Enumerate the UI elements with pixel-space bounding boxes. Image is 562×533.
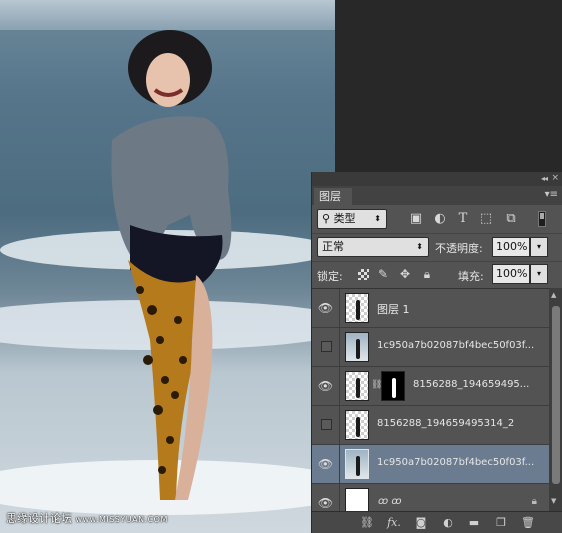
photo-figure [111,30,232,500]
layer-list: 👁︎ 图层 1 1c950a7b02087bf4bec50f03f... 👁︎ … [312,288,549,511]
opacity-label: 不透明度: [435,242,483,255]
smart-object-filter-icon[interactable]: ⧉ [503,211,519,227]
image-filter-icon[interactable]: ▣ [408,211,424,227]
panel-tab-bar: 图层 ▾≡ [312,186,562,205]
lock-position-icon[interactable]: ✥ [398,267,412,281]
mask-figure-icon [392,378,396,398]
panel-title-bar[interactable]: ◂◂ × [312,172,562,186]
layer-thumbnail [345,332,369,362]
eye-icon[interactable]: 👁︎ [312,445,340,483]
filter-type-select[interactable]: ⚲ 类型 ⬍ [317,209,387,229]
layer-name[interactable]: 8156288_194659495... [413,379,529,390]
opacity-input[interactable]: 100% [492,237,530,257]
close-icon[interactable]: × [551,173,559,183]
chevron-updown-icon: ⬍ [416,242,423,251]
layer-thumbnail [345,371,369,401]
scroll-up-icon[interactable]: ▲ [551,291,556,299]
watermark-cn: 思缘设计论坛 [6,512,72,525]
blend-row: 正常 ⬍ 不透明度: 100% ▾ [312,233,562,261]
tab-layers[interactable]: 图层 [314,188,352,205]
type-filter-icon[interactable]: T [455,211,471,227]
fill-dropdown-button[interactable]: ▾ [530,264,548,284]
panel-bottom-toolbar: ⛓ fx. ◙ ◐ ▬ ❐ 🗑︎ [312,511,562,533]
panel-menu-icon[interactable]: ▾≡ [545,189,558,200]
watermark: 思缘设计论坛 www.MISSYUAN.COM [6,510,168,526]
visibility-toggle-empty[interactable] [312,406,340,444]
layer-row[interactable]: 👁︎ ⛓ 8156288_194659495... [312,367,549,406]
double-chevron-icon[interactable]: ◂◂ [541,174,548,183]
layer-thumbnail [345,293,369,323]
layer-row[interactable]: 1c950a7b02087bf4bec50f03f... [312,328,549,367]
fill-input[interactable]: 100% [492,264,530,284]
layers-panel: ◂◂ × 图层 ▾≡ ⚲ 类型 ⬍ ▣ ◐ T ⬚ ⧉ 正常 ⬍ 不透明度: 1… [311,172,562,533]
layer-list-scrollbar[interactable]: ▲ ▼ [549,288,562,511]
layer-filter-row: ⚲ 类型 ⬍ ▣ ◐ T ⬚ ⧉ [312,205,562,233]
filter-toggle-switch[interactable] [538,211,546,227]
lock-all-icon[interactable]: 🔒︎ [420,267,434,281]
adjustment-filter-icon[interactable]: ◐ [432,211,448,227]
figure-icon [356,300,360,320]
layer-name[interactable]: 1c950a7b02087bf4bec50f03f... [377,340,534,351]
layer-mask-thumbnail[interactable] [381,371,405,401]
lock-label: 锁定: [317,270,343,283]
new-group-icon[interactable]: ▬ [466,515,482,531]
layer-name[interactable]: 图层 1 [377,301,410,317]
document-canvas[interactable] [0,0,335,533]
lock-icon: 🔒︎ [531,496,537,507]
add-mask-icon[interactable]: ◙ [413,515,429,531]
garbled-label-icon: ꝏ ꝏ [378,496,402,507]
layer-row[interactable]: 👁︎ 图层 1 [312,289,549,328]
blend-mode-label: 正常 [322,240,344,253]
layer-row-selected[interactable]: 👁︎ 1c950a7b02087bf4bec50f03f... [312,445,549,484]
opacity-dropdown-button[interactable]: ▾ [530,237,548,257]
fill-label: 填充: [458,270,484,283]
filter-type-label: 类型 [333,212,356,225]
lock-row: 锁定: ✎ ✥ 🔒︎ 填充: 100% ▾ [312,261,562,287]
layer-name[interactable]: 8156288_194659495314_2 [377,418,514,429]
layer-row[interactable]: 👁︎ ꝏ ꝏ 🔒︎ [312,484,549,511]
layer-thumbnail [345,449,369,479]
visibility-toggle-empty[interactable] [312,328,340,366]
adjustment-layer-icon[interactable]: ◐ [440,515,456,531]
scroll-down-icon[interactable]: ▼ [551,497,556,505]
link-layers-icon[interactable]: ⛓ [359,515,375,531]
new-layer-icon[interactable]: ❐ [493,515,509,531]
watermark-url: www.MISSYUAN.COM [75,515,168,524]
lock-pixels-icon[interactable]: ✎ [376,267,390,281]
layer-thumbnail [345,410,369,440]
lock-transparent-icon[interactable] [358,269,369,280]
eye-icon[interactable]: 👁︎ [312,367,340,405]
layer-thumbnail [345,488,369,511]
layer-row[interactable]: 8156288_194659495314_2 [312,406,549,445]
figure-icon [356,339,360,359]
figure-icon [356,417,360,437]
fx-icon[interactable]: fx. [386,515,402,531]
shape-filter-icon[interactable]: ⬚ [478,211,494,227]
search-icon: ⚲ [322,212,334,225]
eye-icon[interactable]: 👁︎ [312,289,340,327]
figure-icon [356,456,360,476]
figure-icon [356,378,360,398]
workspace-background [335,0,562,172]
scrollbar-thumb[interactable] [552,306,560,484]
eye-icon[interactable]: 👁︎ [312,484,340,511]
trash-icon[interactable]: 🗑︎ [520,515,536,531]
chevron-updown-icon: ⬍ [374,214,381,223]
layer-name[interactable]: 1c950a7b02087bf4bec50f03f... [377,457,534,468]
blend-mode-select[interactable]: 正常 ⬍ [317,237,429,257]
